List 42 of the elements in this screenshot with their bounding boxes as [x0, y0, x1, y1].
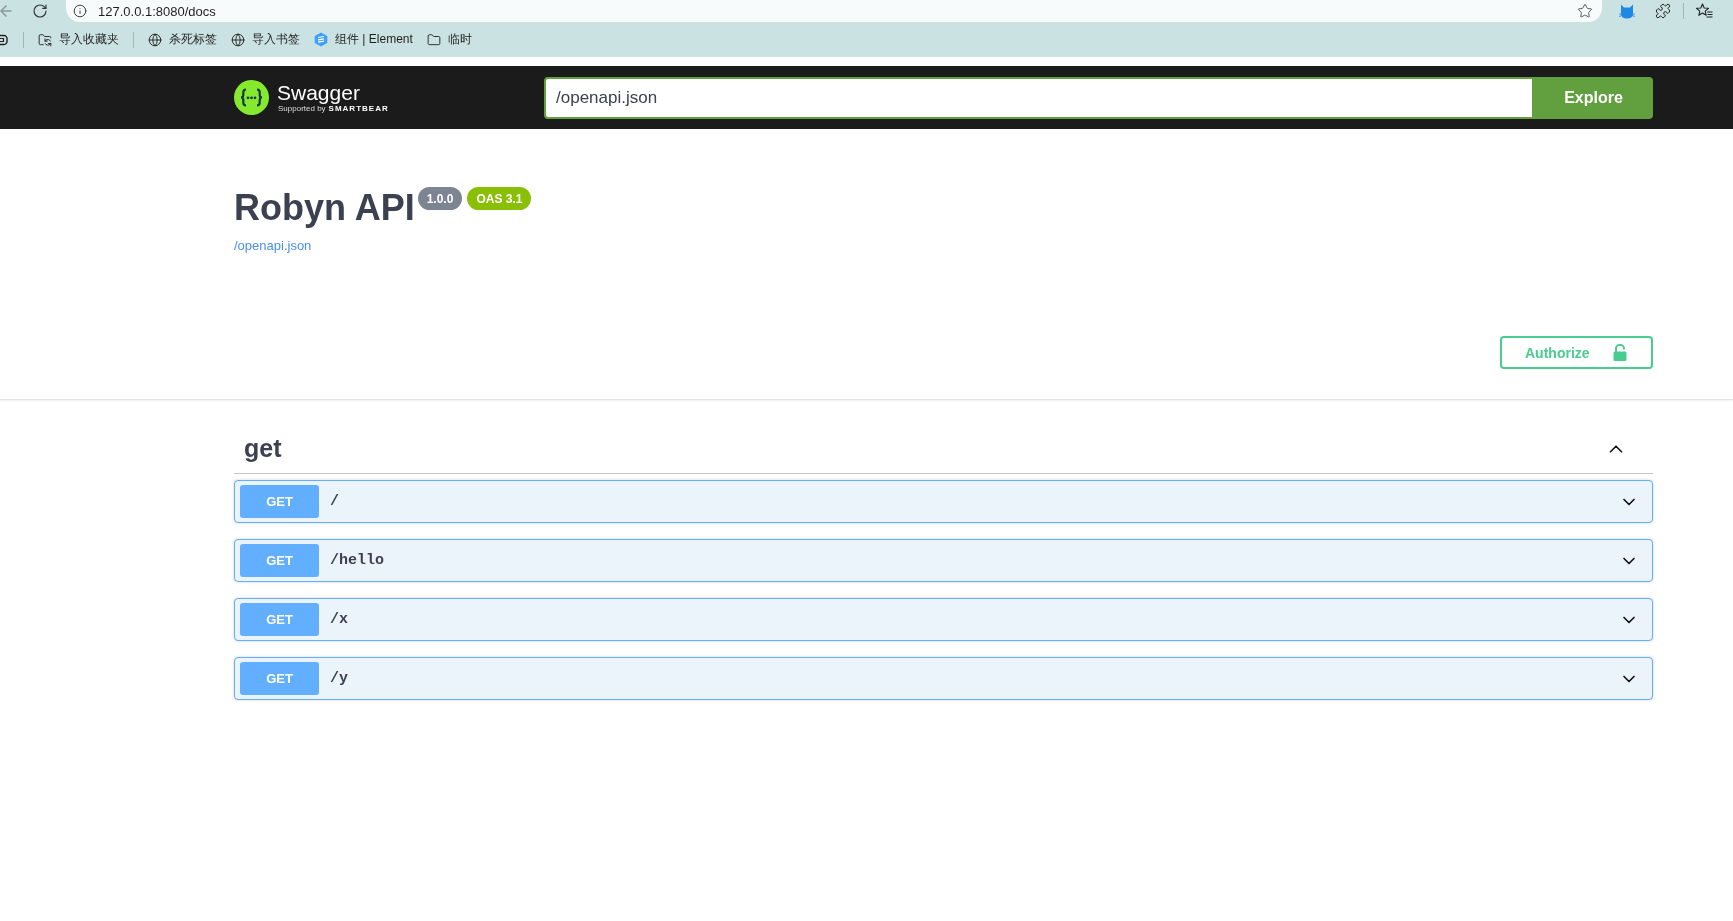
url-text: 127.0.0.1:8080/docs — [98, 3, 216, 19]
reload-icon[interactable] — [32, 3, 48, 19]
favorites-icon[interactable] — [1696, 3, 1713, 19]
bookmark-item[interactable]: 临时 — [426, 31, 472, 48]
globe-icon — [148, 32, 162, 47]
link-icon[interactable] — [0, 32, 9, 47]
spec-version-badge: OAS 3.1 — [467, 187, 532, 210]
spec-url-input[interactable]: /openapi.json — [544, 76, 1534, 119]
bookmark-item[interactable]: 杀死标签 — [148, 31, 217, 48]
tag-name: get — [244, 434, 282, 463]
path-text: / — [330, 493, 339, 510]
info-icon[interactable] — [73, 4, 87, 18]
logo-brand-text: SMARTBEAR — [328, 103, 389, 114]
operation-summary[interactable]: GET /hello — [234, 539, 1653, 582]
logo-text: Swagger — [277, 81, 360, 104]
puzzle-icon[interactable] — [1655, 3, 1671, 19]
braces-logo-icon — [234, 80, 269, 115]
method-badge: GET — [240, 603, 319, 636]
logo-tagline: Supported by — [278, 103, 326, 114]
bookmark-item[interactable]: 导入收藏夹 — [38, 31, 119, 48]
api-title: Robyn API — [234, 187, 415, 228]
star-icon[interactable] — [1577, 3, 1593, 19]
padlock-icon — [1613, 344, 1627, 361]
operation-summary[interactable]: GET / — [234, 480, 1653, 523]
method-badge: GET — [240, 485, 319, 518]
tag-header[interactable]: get — [234, 424, 1653, 474]
version-badge: 1.0.0 — [417, 187, 463, 210]
operation-summary[interactable]: GET /y — [234, 657, 1653, 700]
method-badge: GET — [240, 544, 319, 577]
bookmark-item[interactable]: 组件 | Element — [314, 31, 413, 48]
folder-icon — [426, 32, 441, 47]
globe-icon — [231, 32, 245, 47]
path-text: /y — [330, 670, 348, 687]
operation-summary[interactable]: GET /x — [234, 598, 1653, 641]
folder-arrows-icon — [38, 32, 52, 47]
address-bar[interactable]: 127.0.0.1:8080/docs — [66, 0, 1602, 22]
path-text: /x — [330, 611, 348, 628]
cat-icon[interactable] — [1619, 3, 1635, 19]
bookmark-item[interactable]: 导入书签 — [231, 31, 300, 48]
hexagon-logo-icon — [314, 32, 328, 47]
method-badge: GET — [240, 662, 319, 695]
path-text: /hello — [330, 552, 384, 569]
